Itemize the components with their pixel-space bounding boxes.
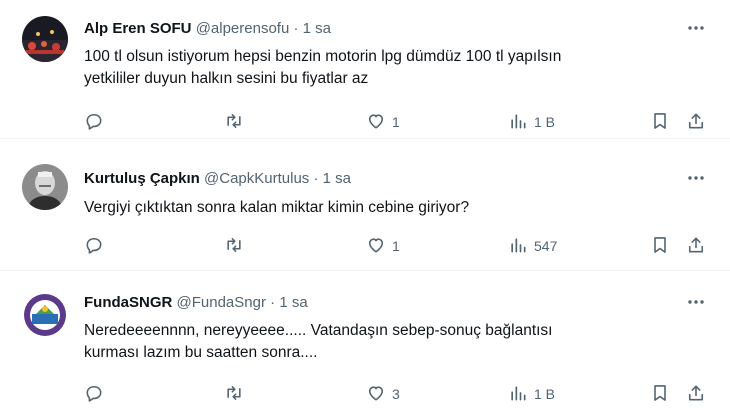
reply-button[interactable] — [84, 110, 104, 134]
views-chart-icon — [508, 383, 528, 406]
views-chart-icon — [508, 235, 528, 258]
tweet[interactable]: Kurtuluş Çapkın @CapkKurtulus · 1 sa Ver… — [0, 138, 730, 270]
like-count: 1 — [392, 238, 400, 254]
views-chart-icon — [508, 111, 528, 134]
share-icon — [686, 383, 706, 406]
views-button[interactable]: 1 B — [508, 110, 555, 134]
author-name[interactable]: Alp Eren SOFU — [84, 20, 192, 37]
retweet-button[interactable] — [224, 382, 244, 406]
heart-icon — [366, 383, 386, 406]
view-count: 547 — [534, 238, 558, 254]
author-name[interactable]: Kurtuluş Çapkın — [84, 170, 200, 187]
bookmark-icon — [650, 235, 670, 258]
tweet-text: Neredeeeennnn, nereyyeeee..... Vatandaşı… — [84, 320, 694, 364]
share-icon — [686, 235, 706, 258]
heart-icon — [366, 235, 386, 258]
more-options-icon[interactable] — [686, 168, 706, 188]
author-name[interactable]: FundaSNGR — [84, 294, 172, 311]
share-button[interactable] — [686, 110, 706, 134]
tweet[interactable]: Alp Eren SOFU @alperensofu · 1 sa 100 tl… — [0, 0, 730, 138]
author-handle[interactable]: @alperensofu — [196, 20, 290, 37]
reply-icon — [84, 111, 104, 134]
tweet-text-line: 100 tl olsun istiyorum hepsi benzin moto… — [84, 48, 562, 65]
timestamp[interactable]: 1 sa — [279, 294, 307, 311]
heart-icon — [366, 111, 386, 134]
tweet-text: 100 tl olsun istiyorum hepsi benzin moto… — [84, 46, 694, 90]
author-handle[interactable]: @FundaSngr — [177, 294, 266, 311]
like-button[interactable]: 1 — [366, 234, 400, 258]
timestamp[interactable]: 1 sa — [323, 170, 351, 187]
reply-button[interactable] — [84, 382, 104, 406]
views-button[interactable]: 1 B — [508, 382, 555, 406]
view-count: 1 B — [534, 114, 556, 130]
like-count: 1 — [392, 114, 400, 130]
retweet-icon — [224, 383, 244, 406]
reply-icon — [84, 235, 104, 258]
tweet[interactable]: FundaSNGR @FundaSngr · 1 sa Neredeeeennn… — [0, 270, 730, 420]
bookmark-icon — [650, 111, 670, 134]
bookmark-button[interactable] — [650, 382, 670, 406]
reply-button[interactable] — [84, 234, 104, 258]
action-bar: 1 547 — [0, 234, 730, 258]
tweet-text-line: kurması lazım bu saatten sonra.... — [84, 344, 318, 361]
view-count: 1 B — [534, 386, 556, 402]
tweet-text: Vergiyi çıktıktan sonra kalan miktar kim… — [84, 197, 694, 219]
tweet-text-line: yetkililer duyun halkın sesini bu fiyatl… — [84, 70, 369, 87]
tweet-header: Kurtuluş Çapkın @CapkKurtulus · 1 sa — [84, 170, 351, 187]
separator-dot: · — [270, 294, 276, 311]
views-button[interactable]: 547 — [508, 234, 557, 258]
like-count: 3 — [392, 386, 400, 402]
tweet-header: Alp Eren SOFU @alperensofu · 1 sa — [84, 20, 331, 37]
retweet-button[interactable] — [224, 110, 244, 134]
reply-icon — [84, 383, 104, 406]
separator-dot: · — [313, 170, 319, 187]
like-button[interactable]: 3 — [366, 382, 400, 406]
author-handle[interactable]: @CapkKurtulus — [204, 170, 309, 187]
share-button[interactable] — [686, 234, 706, 258]
retweet-icon — [224, 235, 244, 258]
bookmark-button[interactable] — [650, 234, 670, 258]
tweet-text-line: Vergiyi çıktıktan sonra kalan miktar kim… — [84, 199, 470, 216]
separator-dot: · — [293, 20, 299, 37]
more-options-icon[interactable] — [686, 292, 706, 312]
like-button[interactable]: 1 — [366, 110, 400, 134]
more-options-icon[interactable] — [686, 18, 706, 38]
avatar[interactable] — [22, 164, 68, 210]
retweet-icon — [224, 111, 244, 134]
timestamp[interactable]: 1 sa — [303, 20, 331, 37]
action-bar: 3 1 B — [0, 382, 730, 406]
share-button[interactable] — [686, 382, 706, 406]
tweet-text-line: Neredeeeennnn, nereyyeeee..... Vatandaşı… — [84, 322, 553, 339]
avatar[interactable] — [22, 292, 68, 338]
share-icon — [686, 111, 706, 134]
bookmark-button[interactable] — [650, 110, 670, 134]
bookmark-icon — [650, 383, 670, 406]
avatar[interactable] — [22, 16, 68, 62]
tweet-header: FundaSNGR @FundaSngr · 1 sa — [84, 294, 308, 311]
retweet-button[interactable] — [224, 234, 244, 258]
action-bar: 1 1 B — [0, 110, 730, 134]
